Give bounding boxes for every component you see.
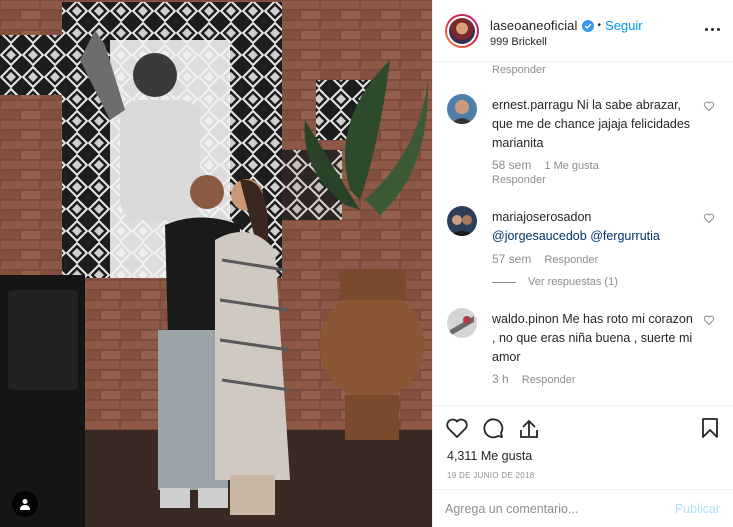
comment-avatar[interactable] xyxy=(447,94,477,124)
previous-reply-button[interactable]: Responder xyxy=(492,64,546,76)
profile-username[interactable]: laseoaneoficial xyxy=(490,18,578,33)
comment-time: 58 sem xyxy=(492,158,532,172)
likes-count[interactable]: 4,311 Me gusta xyxy=(447,449,532,463)
comment-composer: Publicar xyxy=(433,489,733,527)
view-replies-label: Ver respuestas (1) xyxy=(528,276,618,288)
post-side-panel: laseoaneoficial • Seguir 999 Brickell Re… xyxy=(432,0,733,527)
comment-reply-button[interactable]: Responder xyxy=(492,174,546,186)
more-options-icon[interactable] xyxy=(705,28,720,31)
verified-badge-icon xyxy=(581,19,594,32)
post-location[interactable]: 999 Brickell xyxy=(490,36,547,48)
comment-meta: 3 h Responder xyxy=(492,372,586,386)
comment-item: waldo.pinon Me has roto mi corazon , no … xyxy=(447,308,729,388)
comment-item: ernest.parragu Ni la sabe abrazar, que m… xyxy=(447,94,729,189)
comment-mention[interactable]: @fergurrutia xyxy=(590,229,660,243)
post-actions: 4,311 Me gusta 19 DE JUNIO DE 2018 xyxy=(433,405,733,489)
comment-username[interactable]: mariajoserosadon xyxy=(492,210,591,224)
comment-text: ernest.parragu Ni la sabe abrazar, que m… xyxy=(492,96,697,153)
post-date[interactable]: 19 DE JUNIO DE 2018 xyxy=(447,471,535,480)
comment-item: mariajoserosadon @jorgesaucedob @fergurr… xyxy=(447,206,729,291)
comment-meta: 58 sem 1 Me gusta xyxy=(492,158,609,172)
view-replies-button[interactable]: Ver respuestas (1) xyxy=(492,276,618,288)
comment-reply-button[interactable]: Responder xyxy=(522,374,576,386)
comment-text: waldo.pinon Me has roto mi corazon , no … xyxy=(492,310,697,367)
profile-avatar[interactable] xyxy=(445,14,479,48)
comments-list[interactable]: Responder ernest.parragu Ni la sabe abra… xyxy=(433,62,733,405)
bookmark-icon[interactable] xyxy=(698,416,722,440)
post-header: laseoaneoficial • Seguir 999 Brickell xyxy=(433,0,733,62)
user-tag-icon[interactable] xyxy=(12,491,38,517)
separator-dot: • xyxy=(597,20,602,31)
comment-like-icon[interactable] xyxy=(703,212,715,224)
comment-time: 57 sem xyxy=(492,252,532,266)
comment-username[interactable]: waldo.pinon xyxy=(492,312,559,326)
post-photo[interactable] xyxy=(0,0,432,527)
follow-button[interactable]: Seguir xyxy=(605,18,643,33)
comment-time: 3 h xyxy=(492,372,509,386)
comment-mention[interactable]: @jorgesaucedob xyxy=(492,229,587,243)
publish-button[interactable]: Publicar xyxy=(675,502,720,516)
comment-input[interactable] xyxy=(445,498,665,520)
comment-username[interactable]: ernest.parragu xyxy=(492,98,573,112)
comment-likes[interactable]: 1 Me gusta xyxy=(544,160,598,172)
comment-like-icon[interactable] xyxy=(703,100,715,112)
replies-divider xyxy=(492,281,516,283)
comment-reply-button[interactable]: Responder xyxy=(544,254,598,266)
share-arrow-icon[interactable] xyxy=(517,416,541,440)
comment-meta: 57 sem Responder xyxy=(492,252,608,266)
comment-text: mariajoserosadon @jorgesaucedob @fergurr… xyxy=(492,208,697,246)
comment-avatar[interactable] xyxy=(447,308,477,338)
comment-avatar[interactable] xyxy=(447,206,477,236)
comment-bubble-icon[interactable] xyxy=(481,416,505,440)
post-image xyxy=(0,0,432,527)
heart-icon[interactable] xyxy=(445,416,469,440)
header-user-row: laseoaneoficial • Seguir xyxy=(490,18,643,33)
comment-like-icon[interactable] xyxy=(703,314,715,326)
